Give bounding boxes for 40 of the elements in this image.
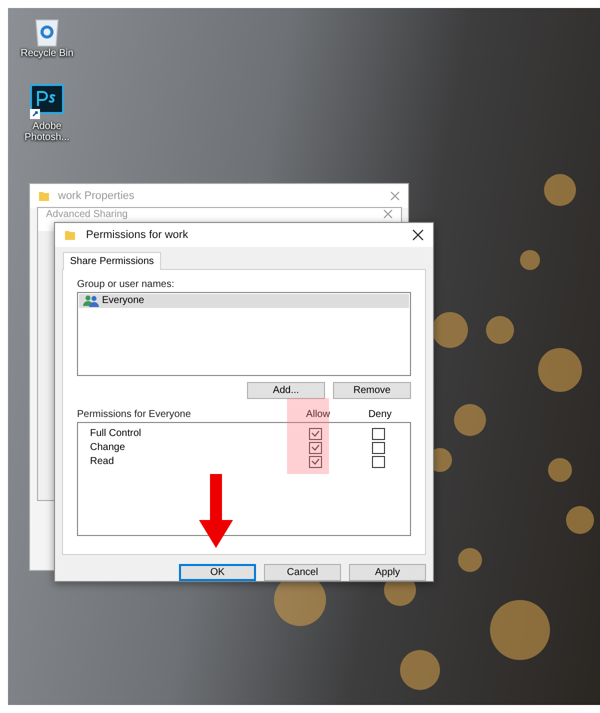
section-label: Group or user names:	[77, 278, 176, 290]
bokeh-light	[520, 250, 540, 270]
checkbox[interactable]	[309, 442, 322, 454]
checkbox[interactable]	[372, 456, 385, 468]
dialog-button[interactable]: Cancel	[264, 564, 341, 581]
permission-name: Full Control	[89, 428, 142, 440]
section-label: Permissions for Everyone	[77, 408, 192, 420]
desktop-icon-label[interactable]: Adobe Photosh...	[12, 121, 82, 143]
folder-icon	[38, 190, 50, 202]
bokeh-light	[400, 650, 440, 690]
bokeh-light	[566, 506, 594, 534]
user-list-item[interactable]: Everyone	[79, 294, 409, 308]
bokeh-light	[538, 348, 582, 392]
folder-icon	[64, 228, 76, 241]
dialog-button[interactable]: Add...	[247, 382, 325, 399]
photoshop-app-icon[interactable]	[29, 83, 65, 121]
window-title: Permissions for work	[86, 228, 190, 241]
dialog-button[interactable]: OK	[179, 564, 256, 581]
users-icon	[83, 294, 99, 307]
window-title: work Properties	[58, 190, 136, 202]
dialog-button[interactable]: Apply	[349, 564, 426, 581]
bokeh-light	[544, 174, 576, 206]
dialog-button[interactable]: Remove	[333, 382, 411, 399]
permission-name: Read	[89, 456, 115, 468]
close-icon[interactable]	[412, 228, 424, 241]
checkbox[interactable]	[309, 428, 322, 440]
window-title: Advanced Sharing	[46, 209, 129, 221]
permission-name: Change	[89, 442, 126, 454]
column-header: Allow	[305, 408, 331, 420]
bokeh-light	[486, 316, 514, 344]
desktop-icon-label[interactable]: Recycle Bin	[12, 48, 82, 59]
checkbox[interactable]	[372, 442, 385, 454]
tab[interactable]: Share Permissions	[63, 252, 161, 270]
checkbox[interactable]	[372, 428, 385, 440]
bokeh-light	[454, 404, 486, 436]
bokeh-light	[432, 312, 468, 348]
bokeh-light	[458, 548, 482, 572]
checkbox[interactable]	[309, 456, 322, 468]
bokeh-light	[548, 458, 572, 482]
column-header: Deny	[367, 408, 393, 420]
